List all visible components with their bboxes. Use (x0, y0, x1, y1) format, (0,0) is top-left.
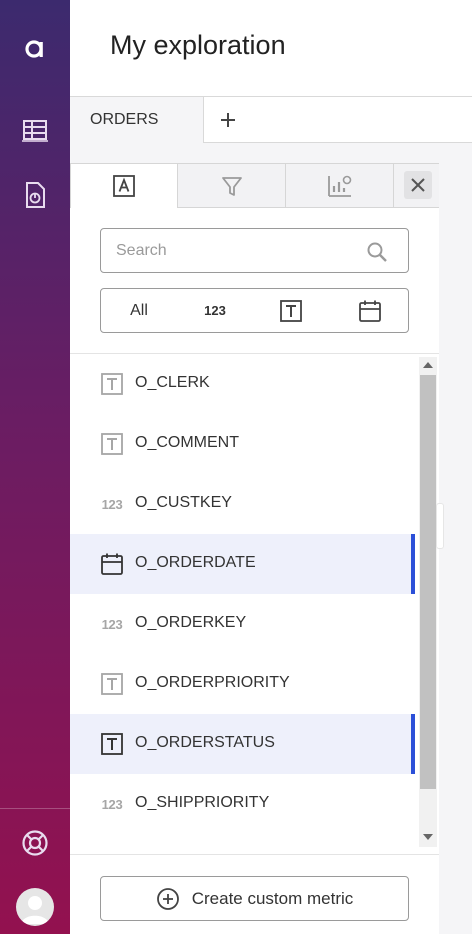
text-type-icon (280, 299, 302, 322)
sidebar-divider (0, 808, 70, 809)
search-field (100, 228, 409, 273)
filter-funnel-icon (221, 176, 242, 196)
field-label: O_CUSTKEY (135, 494, 232, 511)
calendar-icon (100, 552, 124, 576)
text-type-icon (100, 672, 124, 696)
numeric-type-icon: 123 (101, 796, 123, 812)
field-label: O_ORDERDATE (135, 554, 256, 571)
list-item[interactable]: 123 O_SHIPPRIORITY (70, 774, 415, 834)
panel-resize-handle[interactable] (436, 503, 444, 549)
field-label: O_ORDERKEY (135, 614, 247, 631)
scrollbar-thumb[interactable] (420, 375, 436, 789)
tab-chart-settings[interactable] (285, 163, 394, 208)
list-item[interactable]: 123 O_CUSTKEY (70, 474, 415, 534)
field-label: O_ORDERPRIORITY (135, 674, 290, 691)
filter-all-button[interactable]: All (101, 289, 177, 332)
dataset-tabbar: ORDERS (70, 97, 472, 143)
attribute-icon (113, 175, 135, 197)
field-label: O_CLERK (135, 374, 210, 391)
close-icon (411, 178, 425, 192)
list-item[interactable]: O_ORDERSTATUS (70, 714, 415, 774)
help-lifebuoy-icon[interactable] (0, 826, 70, 860)
field-type-filter: All 123 (100, 288, 409, 333)
field-label: O_SHIPPRIORITY (135, 794, 270, 811)
filter-numeric-button[interactable]: 123 (177, 289, 253, 332)
filter-text-button[interactable] (253, 289, 329, 332)
scroll-up-arrow-icon[interactable] (419, 357, 437, 373)
selected-indicator (411, 534, 415, 594)
field-label: O_ORDERSTATUS (135, 734, 275, 751)
plus-icon (221, 113, 235, 127)
selected-indicator (411, 714, 415, 774)
tab-fields[interactable] (70, 163, 178, 208)
list-item[interactable]: O_COMMENT (70, 414, 415, 474)
list-scrollbar[interactable] (419, 357, 437, 847)
numeric-type-icon: 123 (101, 496, 123, 512)
scroll-down-arrow-icon[interactable] (419, 829, 437, 845)
plus-circle-icon (156, 887, 180, 911)
calendar-icon (358, 300, 381, 322)
user-icon (21, 896, 49, 924)
text-type-icon (100, 432, 124, 456)
close-panel-button[interactable] (404, 171, 432, 199)
app-logo-icon[interactable] (0, 30, 70, 66)
left-nav (0, 0, 70, 934)
page-header: My exploration (70, 0, 472, 97)
tab-orders[interactable]: ORDERS (70, 97, 204, 143)
create-custom-metric-label: Create custom metric (191, 888, 354, 908)
page-title: My exploration (110, 30, 286, 60)
text-type-icon (100, 732, 124, 756)
create-custom-metric-button[interactable]: Create custom metric (100, 876, 409, 921)
report-file-icon[interactable] (0, 180, 70, 210)
list-item[interactable]: 123 O_ORDERKEY (70, 594, 415, 654)
user-avatar[interactable] (16, 888, 54, 926)
list-item[interactable]: O_ORDERDATE (70, 534, 415, 594)
footer-divider (70, 854, 439, 855)
table-icon[interactable] (0, 116, 70, 146)
text-type-icon (100, 372, 124, 396)
chart-settings-icon (327, 175, 351, 197)
panel-tabs (70, 163, 439, 208)
field-list: O_CLERK O_COMMENT 123 O_CUSTKEY O_ORDERD… (70, 354, 415, 850)
list-item[interactable]: O_CLERK (70, 354, 415, 414)
search-input[interactable] (116, 239, 356, 263)
add-tab-button[interactable] (204, 97, 252, 143)
field-panel: All 123 O_CLERK (70, 163, 439, 934)
filter-date-button[interactable] (329, 289, 410, 332)
search-icon[interactable] (366, 241, 388, 268)
list-item[interactable]: O_ORDERPRIORITY (70, 654, 415, 714)
numeric-type-icon: 123 (101, 616, 123, 632)
field-label: O_COMMENT (135, 434, 239, 451)
tab-filters[interactable] (177, 163, 286, 208)
